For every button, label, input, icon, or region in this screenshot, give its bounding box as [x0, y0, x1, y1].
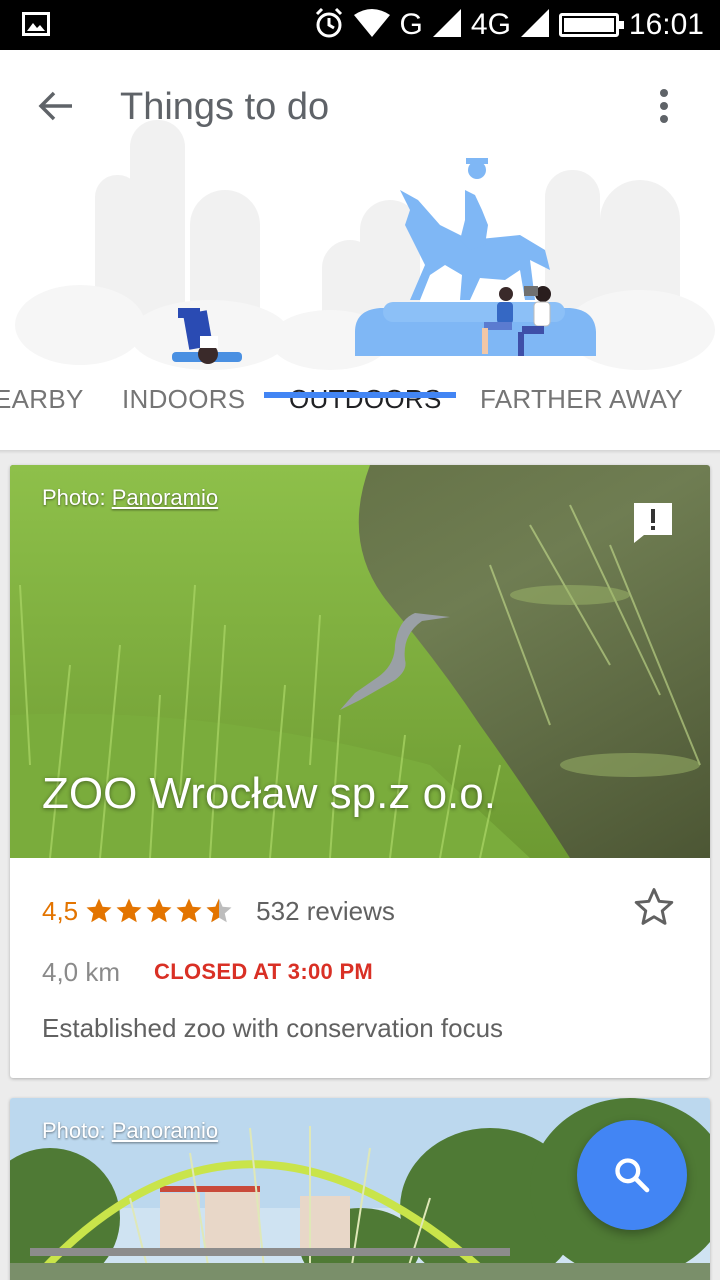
- signal-icon-2: [520, 8, 549, 42]
- search-fab[interactable]: [577, 1120, 687, 1230]
- place-description: Established zoo with conservation focus: [42, 1013, 504, 1043]
- feedback-icon: [634, 503, 672, 543]
- active-tab-indicator: [264, 392, 456, 398]
- save-favorite-button[interactable]: [632, 885, 676, 929]
- tab-farther-away[interactable]: FARTHER AWAY: [480, 384, 683, 415]
- photo-credit-2: Photo: Panoramio: [42, 1118, 218, 1144]
- meta-row: 4,0 km CLOSED AT 3:00 PM: [42, 955, 373, 989]
- header-illustration: [15, 120, 715, 370]
- place-name: ZOO Wrocław sp.z o.o.: [42, 769, 496, 818]
- star-full-icon: [146, 898, 172, 923]
- wifi-icon: [353, 8, 390, 42]
- tab-outdoors[interactable]: OUTDOORS: [289, 384, 442, 415]
- rating-value: 4,5: [42, 895, 79, 926]
- app-header: Things to do EARBY INDOORS OUTDOORS FART…: [0, 50, 720, 450]
- status-bar: G 4G 16:01: [0, 0, 720, 50]
- screen: G 4G 16:01 Things to do EARBY INDOORS OU…: [0, 0, 720, 1280]
- category-tabs: EARBY INDOORS OUTDOORS FARTHER AWAY: [0, 370, 720, 450]
- place-card[interactable]: Photo: Panoramio ZOO Wrocław sp.z o.o. 4…: [10, 465, 710, 1078]
- clock: 16:01: [628, 8, 704, 41]
- tab-nearby[interactable]: EARBY: [0, 384, 84, 415]
- more-vert-icon: [660, 89, 668, 123]
- arrow-back-icon: [38, 91, 72, 121]
- alarm-icon: [314, 7, 344, 44]
- photo-credit-link[interactable]: Panoramio: [112, 485, 218, 510]
- photo-credit-prefix: Photo:: [42, 485, 112, 510]
- star-full-icon: [86, 898, 112, 923]
- review-count[interactable]: 532 reviews: [256, 896, 395, 927]
- image-icon: [22, 12, 50, 41]
- place-photo[interactable]: Photo: Panoramio ZOO Wrocław sp.z o.o.: [10, 465, 710, 858]
- back-button[interactable]: [30, 80, 82, 132]
- star-full-icon: [116, 898, 142, 923]
- opening-status: CLOSED AT 3:00 PM: [154, 959, 374, 984]
- rating-stars: [84, 896, 234, 926]
- header-shadow: [0, 450, 720, 454]
- star-full-icon: [176, 898, 202, 923]
- feedback-button[interactable]: [632, 501, 674, 545]
- photo-credit-prefix-2: Photo:: [42, 1118, 112, 1143]
- distance: 4,0 km: [42, 956, 121, 987]
- photo-credit-link-2[interactable]: Panoramio: [112, 1118, 218, 1143]
- battery-icon: [558, 13, 624, 37]
- more-options-button[interactable]: [646, 84, 682, 128]
- tab-indoors[interactable]: INDOORS: [122, 384, 245, 415]
- star-outline-icon: [634, 888, 674, 925]
- network-type-label-2: 4G: [470, 8, 511, 41]
- network-type-label: G: [399, 8, 423, 41]
- photo-credit: Photo: Panoramio: [42, 485, 218, 511]
- signal-icon: [432, 8, 461, 42]
- search-icon: [615, 1158, 650, 1193]
- star-half-icon: [206, 898, 232, 923]
- page-title: Things to do: [120, 86, 330, 128]
- rating-row: 4,5 532 reviews: [42, 893, 395, 929]
